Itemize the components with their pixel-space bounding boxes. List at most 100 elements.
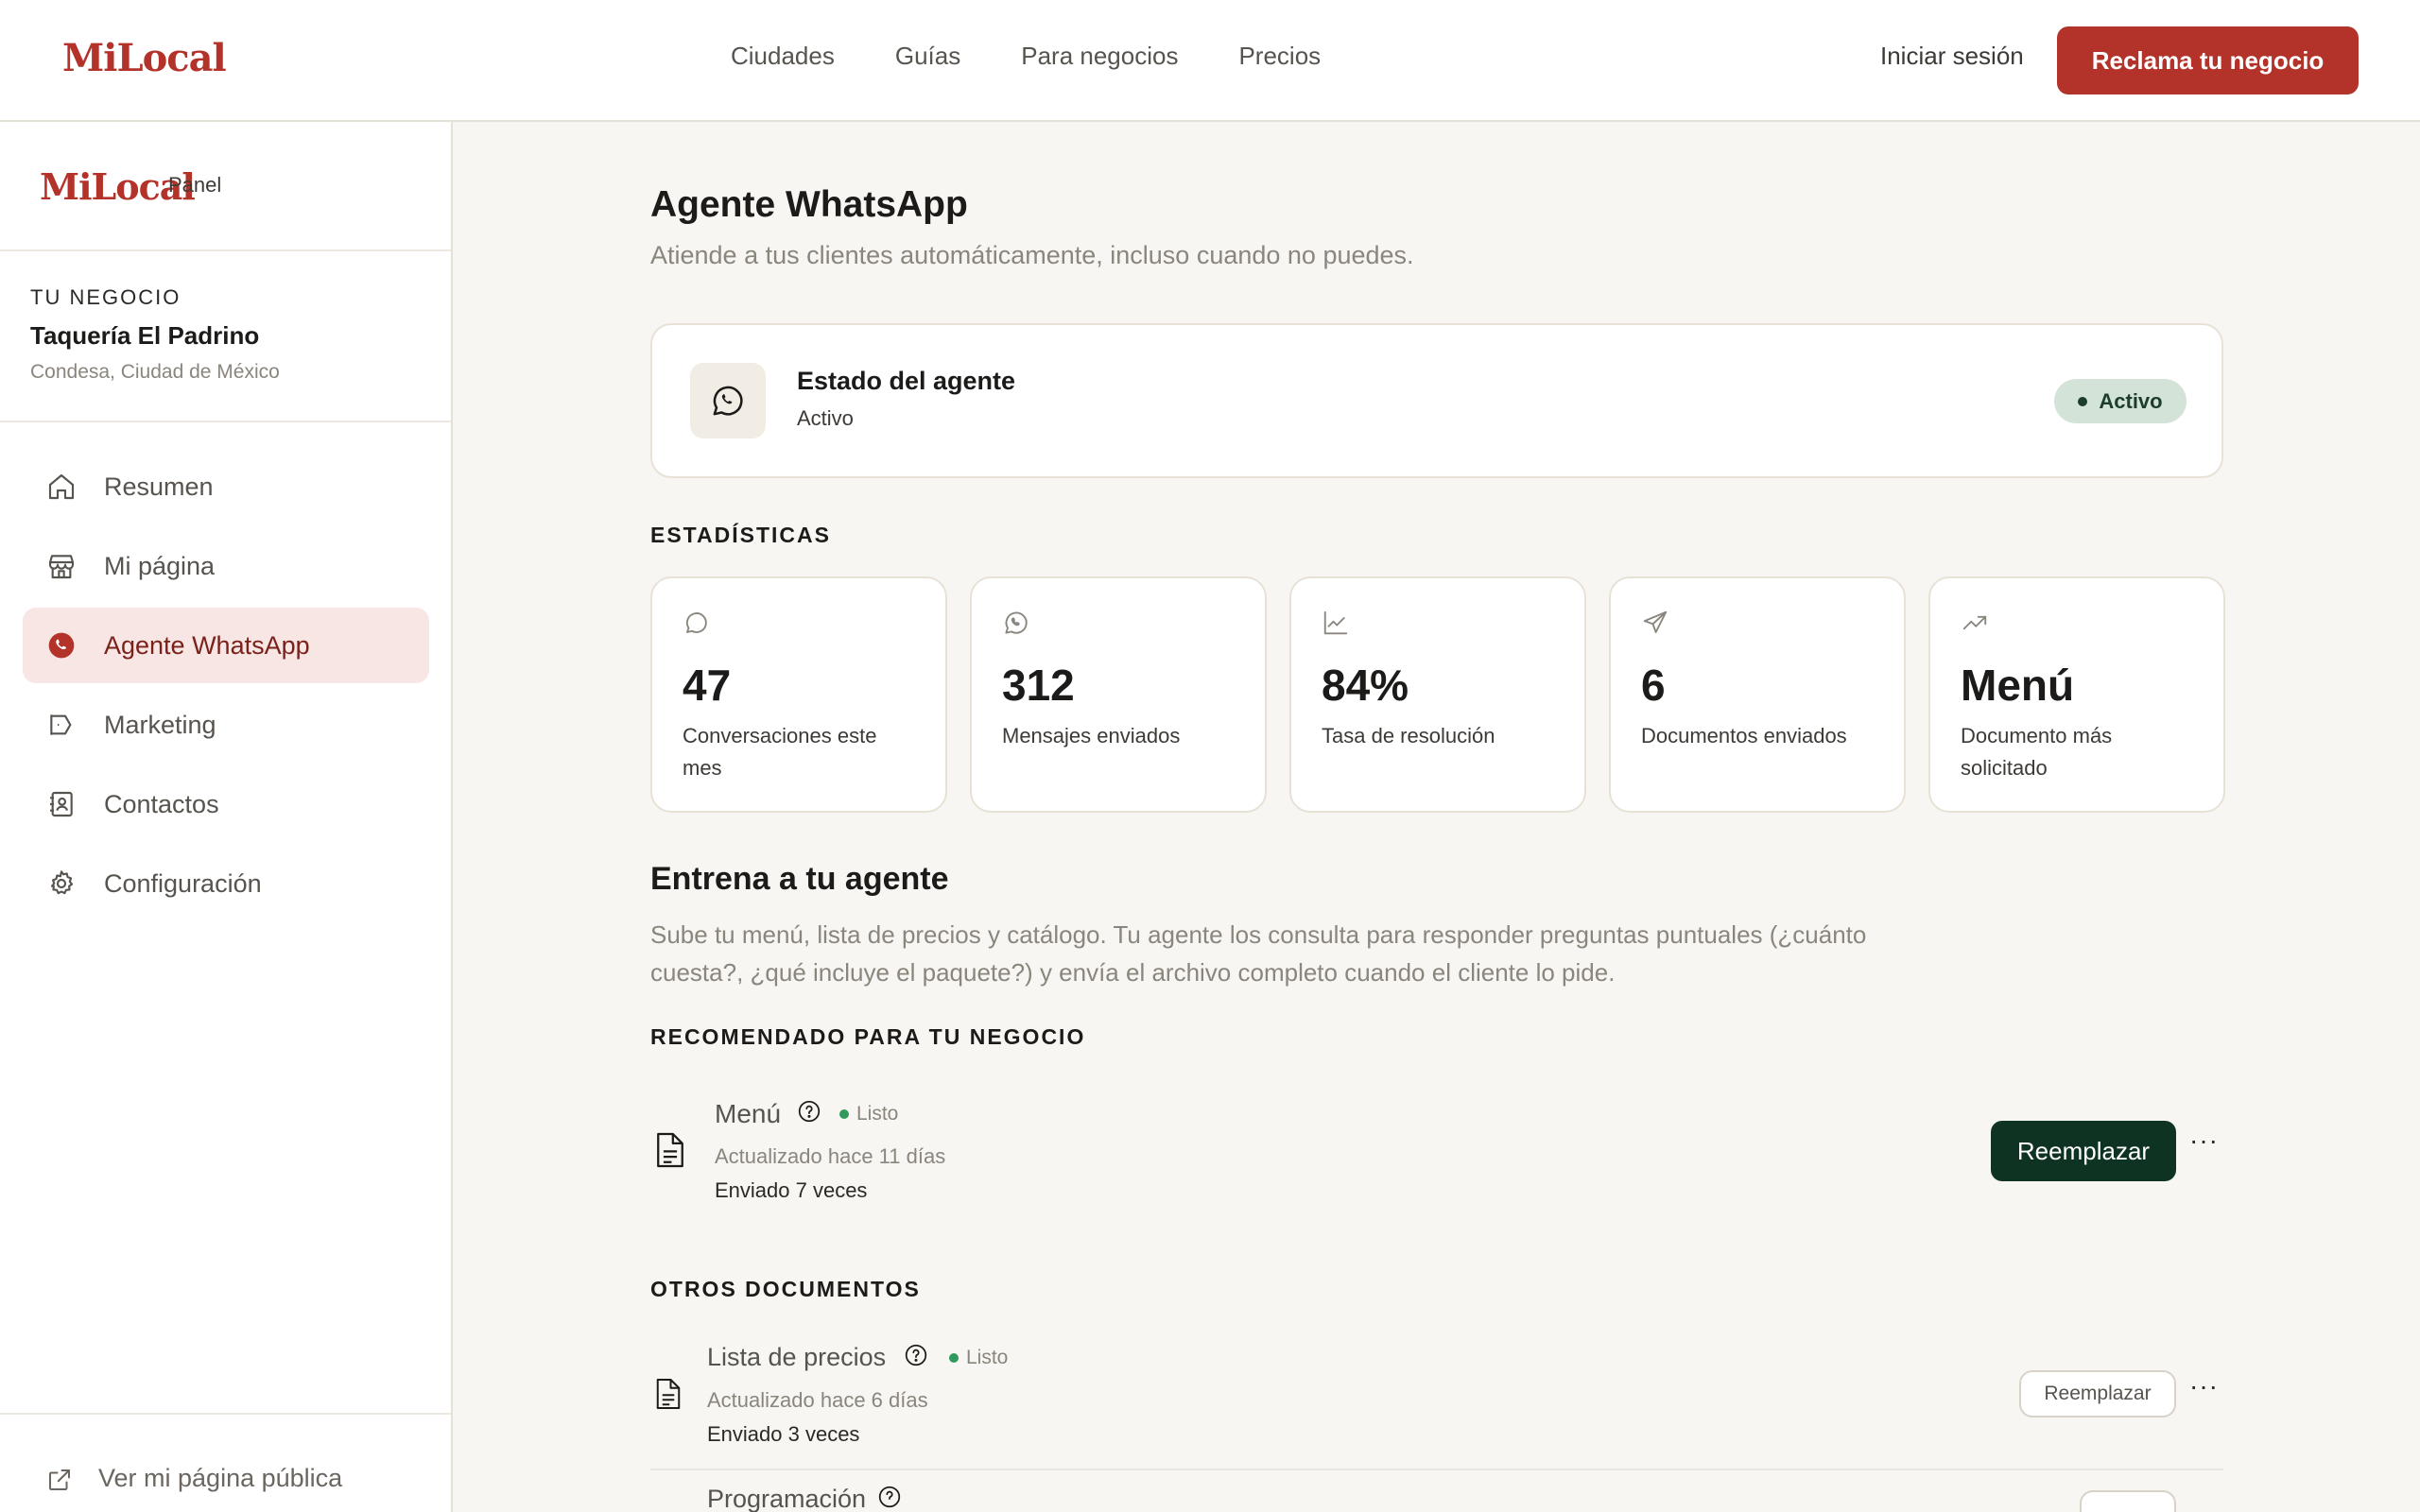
trending-up-icon xyxy=(1961,609,1989,642)
business-info: TU NEGOCIO Taquería El Padrino Condesa, … xyxy=(0,251,451,422)
document-status-label: Listo xyxy=(856,1103,899,1125)
sidebar-item-marketing[interactable]: Marketing xyxy=(23,687,429,763)
row-divider xyxy=(650,1469,2223,1470)
help-icon[interactable] xyxy=(797,1099,821,1128)
document-status: Listo xyxy=(949,1347,1008,1369)
claim-business-button[interactable]: Reclama tu negocio xyxy=(2057,26,2359,94)
document-status-label: Listo xyxy=(966,1347,1009,1368)
document-icon xyxy=(654,1377,683,1416)
replace-button[interactable]: Reemplazar xyxy=(1991,1121,2176,1181)
login-link[interactable]: Iniciar sesión xyxy=(1880,42,2024,71)
public-page-link[interactable]: Ver mi página pública xyxy=(0,1413,451,1512)
sidebar-item-label: Agente WhatsApp xyxy=(104,630,310,660)
stat-card: 47 Conversaciones este mes xyxy=(650,576,947,813)
stats-grid: 47 Conversaciones este mes 312 Mensajes … xyxy=(650,576,2225,813)
stat-label: Mensajes enviados xyxy=(1002,724,1181,747)
agent-status-value: Activo xyxy=(797,406,854,430)
brand-logo[interactable]: MiLocal xyxy=(62,36,227,80)
top-navbar: MiLocal Ciudades Guías Para negocios Pre… xyxy=(0,0,2420,122)
sidebar-item-contactos[interactable]: Contactos xyxy=(23,766,429,842)
nav-link-ciudades[interactable]: Ciudades xyxy=(731,42,835,71)
recommended-heading: RECOMENDADO PARA TU NEGOCIO xyxy=(650,1024,1086,1049)
sidebar-item-mi-pagina[interactable]: Mi página xyxy=(23,528,429,604)
megaphone-icon xyxy=(45,709,78,741)
help-icon[interactable] xyxy=(877,1485,902,1512)
sidebar-item-label: Contactos xyxy=(104,789,219,818)
document-row: Menú Listo Actualizado hace 11 días Envi… xyxy=(650,1086,2223,1202)
page-title: Agente WhatsApp xyxy=(650,184,968,225)
agent-status-card: Estado del agente Activo Activo xyxy=(650,323,2223,478)
document-icon xyxy=(654,1131,686,1174)
gear-icon xyxy=(45,868,78,900)
document-sent-count: Enviado 7 veces xyxy=(715,1178,868,1202)
stats-heading: ESTADÍSTICAS xyxy=(650,523,831,547)
sidebar-item-label: Configuración xyxy=(104,868,262,898)
status-dot xyxy=(2078,396,2088,406)
public-page-label: Ver mi página pública xyxy=(98,1464,343,1492)
business-kicker: TU NEGOCIO xyxy=(30,285,182,309)
panel-label: Panel xyxy=(168,173,222,197)
stat-label: Documento más solicitado xyxy=(1961,724,2113,780)
business-location: Condesa, Ciudad de México xyxy=(30,361,280,383)
sidebar-nav: Resumen Mi página Agente WhatsApp Market… xyxy=(23,449,429,925)
replace-button[interactable]: Reemplazar xyxy=(2019,1370,2176,1418)
sidebar-item-resumen[interactable]: Resumen xyxy=(23,449,429,524)
sidebar-item-label: Resumen xyxy=(104,472,214,501)
whatsapp-icon xyxy=(1002,609,1030,642)
stat-card: 84% Tasa de resolución xyxy=(1289,576,1586,813)
document-name: Lista de precios xyxy=(707,1343,887,1371)
stat-value: Menú xyxy=(1961,661,2075,710)
sidebar: MiLocal Panel TU NEGOCIO Taquería El Pad… xyxy=(0,122,453,1512)
document-sent-count: Enviado 3 veces xyxy=(707,1422,860,1446)
other-documents-heading: OTROS DOCUMENTOS xyxy=(650,1277,921,1301)
external-link-icon xyxy=(45,1466,74,1499)
document-row: Lista de precios Listo Actualizado hace … xyxy=(650,1330,2223,1446)
stat-card: 312 Mensajes enviados xyxy=(970,576,1267,813)
more-options-icon[interactable]: ··· xyxy=(2189,1125,2219,1156)
sidebar-item-agente-whatsapp[interactable]: Agente WhatsApp xyxy=(23,608,429,683)
nav-link-precios[interactable]: Precios xyxy=(1238,42,1321,71)
nav-link-guias[interactable]: Guías xyxy=(895,42,960,71)
top-nav: Ciudades Guías Para negocios Precios xyxy=(731,42,1321,71)
stat-label: Conversaciones este mes xyxy=(683,724,877,780)
chat-bubble-icon xyxy=(683,609,711,642)
document-updated: Actualizado hace 11 días xyxy=(715,1144,946,1168)
stat-value: 6 xyxy=(1641,661,1666,710)
train-agent-title: Entrena a tu agente xyxy=(650,861,949,897)
agent-status-title: Estado del agente xyxy=(797,367,1016,395)
contacts-icon xyxy=(45,788,78,820)
document-status: Listo xyxy=(839,1103,898,1125)
document-row: Programación xyxy=(650,1485,2223,1512)
train-agent-description: Sube tu menú, lista de precios y catálog… xyxy=(650,920,1867,987)
page-subtitle: Atiende a tus clientes automáticamente, … xyxy=(650,241,1414,269)
stat-card: Menú Documento más solicitado xyxy=(1928,576,2225,813)
document-name: Menú xyxy=(715,1099,782,1128)
stat-value: 312 xyxy=(1002,661,1075,710)
sidebar-header: MiLocal Panel xyxy=(0,122,451,251)
whatsapp-icon xyxy=(690,363,766,438)
stat-card: 6 Documentos enviados xyxy=(1609,576,1906,813)
status-dot xyxy=(839,1109,849,1119)
line-chart-icon xyxy=(1322,609,1350,642)
sidebar-item-label: Mi página xyxy=(104,551,216,580)
stat-value: 47 xyxy=(683,661,732,710)
stat-value: 84% xyxy=(1322,661,1409,710)
sidebar-item-configuracion[interactable]: Configuración xyxy=(23,846,429,921)
status-badge-label: Activo xyxy=(2099,388,2163,413)
stat-label: Documentos enviados xyxy=(1641,724,1847,747)
document-name: Programación xyxy=(707,1485,867,1512)
status-dot xyxy=(949,1353,959,1363)
nav-link-para-negocios[interactable]: Para negocios xyxy=(1021,42,1178,71)
stat-label: Tasa de resolución xyxy=(1322,724,1495,747)
sidebar-item-label: Marketing xyxy=(104,710,216,739)
document-updated: Actualizado hace 6 días xyxy=(707,1388,928,1412)
help-icon[interactable] xyxy=(904,1343,928,1372)
store-icon xyxy=(45,550,78,582)
business-name: Taquería El Padrino xyxy=(30,321,260,350)
whatsapp-icon xyxy=(45,629,78,662)
replace-button[interactable] xyxy=(2080,1490,2176,1512)
status-badge: Activo xyxy=(2054,379,2187,423)
send-icon xyxy=(1641,609,1669,642)
more-options-icon[interactable]: ··· xyxy=(2189,1371,2219,1401)
home-icon xyxy=(45,471,78,503)
